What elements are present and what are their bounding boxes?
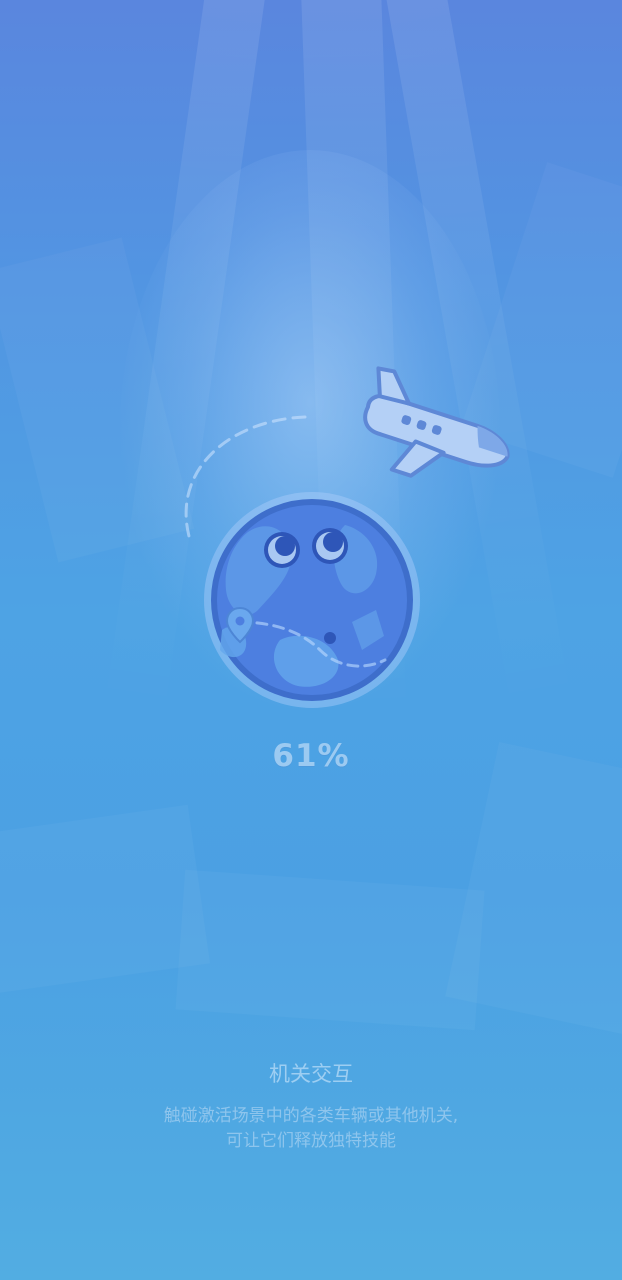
tip-text-line: 触碰激活场景中的各类车辆或其他机关,	[163, 1106, 459, 1126]
loading-illustration	[184, 366, 510, 708]
loading-screen: 61% 机关交互 触碰激活场景中的各类车辆或其他机关, 可让它们释放独特技能	[0, 0, 622, 1280]
background-shape	[175, 870, 484, 1031]
tip-title: 机关交互	[269, 1062, 353, 1086]
background-shape	[445, 742, 622, 1038]
loading-progress-text: 61%	[272, 738, 350, 774]
tip-text-line: 可让它们释放独特技能	[226, 1131, 396, 1151]
airplane-icon	[363, 366, 510, 478]
